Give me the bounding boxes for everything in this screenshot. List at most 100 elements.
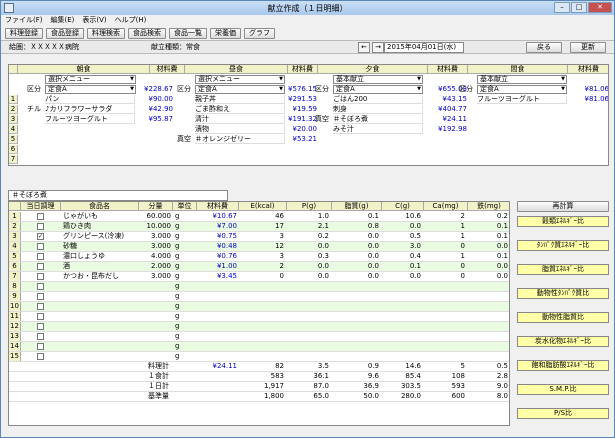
- dinner-item[interactable]: 刺身: [333, 105, 423, 114]
- cell-name[interactable]: [63, 342, 139, 351]
- dinner-item[interactable]: みそ汁: [333, 125, 423, 134]
- same-day-checkbox[interactable]: [37, 343, 44, 350]
- cell-qty[interactable]: [139, 352, 171, 361]
- food-list-button[interactable]: 食品一覧: [169, 27, 207, 39]
- same-day-checkbox[interactable]: [37, 283, 44, 290]
- snack-kubun-select[interactable]: 定食A: [477, 85, 567, 94]
- cell-name[interactable]: 酒: [63, 262, 139, 271]
- lunch-menu-select[interactable]: 選択メニュー: [195, 75, 285, 84]
- table-row[interactable]: 9g: [9, 292, 509, 302]
- cell-name[interactable]: [63, 332, 139, 341]
- lunch-item[interactable]: ＃オレンジゼリー: [195, 135, 285, 144]
- cell-name[interactable]: [63, 322, 139, 331]
- cell-name[interactable]: じゃがいも: [63, 212, 139, 221]
- cell-qty[interactable]: [139, 342, 171, 351]
- cell-name[interactable]: 砂糖: [63, 242, 139, 251]
- cell-qty[interactable]: [139, 302, 171, 311]
- ratio-button[interactable]: ﾀﾝﾊﾟｸ質ｴﾈﾙｷﾞｰ比: [517, 240, 609, 251]
- cell-qty[interactable]: 2.000: [139, 262, 171, 271]
- same-day-checkbox[interactable]: [37, 293, 44, 300]
- next-date-button[interactable]: →: [372, 42, 384, 53]
- cell-qty[interactable]: [139, 292, 171, 301]
- nutrition-button[interactable]: 栄養価: [210, 27, 241, 39]
- ratio-button[interactable]: S.M.P.比: [517, 384, 609, 395]
- snack-menu-select[interactable]: 基本献立: [477, 75, 567, 84]
- dish-register-button[interactable]: 料理登録: [5, 27, 43, 39]
- table-row[interactable]: 7 かつお・昆布だし 3.000 g ¥3.45 0 0.0 0.0 0.0 0 0.0: [9, 272, 509, 282]
- cell-name[interactable]: [63, 312, 139, 321]
- same-day-checkbox[interactable]: [37, 333, 44, 340]
- cell-name[interactable]: [63, 302, 139, 311]
- cell-qty[interactable]: [139, 322, 171, 331]
- dinner-kubun-select[interactable]: 定食A: [333, 85, 423, 94]
- same-day-checkbox[interactable]: [37, 253, 44, 260]
- dish-search-button[interactable]: 料理検索: [87, 27, 125, 39]
- lunch-item[interactable]: 親子丼: [195, 95, 285, 104]
- cell-name[interactable]: 鶏ひき肉: [63, 222, 139, 231]
- table-row[interactable]: 5 濃口しょうゆ 4.000 g ¥0.76 3 0.3 0.0 0.4 1 0.1: [9, 252, 509, 262]
- same-day-checkbox[interactable]: [37, 273, 44, 280]
- table-row[interactable]: 15 g: [9, 352, 509, 362]
- same-day-checkbox[interactable]: [37, 213, 44, 220]
- same-day-checkbox[interactable]: [37, 323, 44, 330]
- same-day-checkbox[interactable]: [37, 303, 44, 310]
- menu-view[interactable]: 表示(V): [82, 15, 106, 26]
- update-button[interactable]: 更新: [570, 42, 606, 53]
- minimize-icon[interactable]: –: [554, 2, 570, 13]
- menu-edit[interactable]: 編集(E): [51, 15, 75, 26]
- cell-qty[interactable]: 60.000: [139, 212, 172, 221]
- cell-name[interactable]: グリンピース(冷凍): [63, 232, 139, 241]
- cell-name[interactable]: [63, 292, 139, 301]
- same-day-checkbox[interactable]: [37, 243, 44, 250]
- recalculate-button[interactable]: 再計算: [517, 201, 609, 212]
- cell-qty[interactable]: 10.000: [139, 222, 172, 231]
- cell-name[interactable]: [63, 352, 139, 361]
- ratio-button[interactable]: 動物性脂質比: [517, 312, 609, 323]
- graph-button[interactable]: グラフ: [244, 27, 275, 39]
- table-row[interactable]: 3 ✓ グリンピース(冷凍) 3.000 g ¥0.75 3 0.2 0.0 0.5 1 0.1: [9, 232, 509, 242]
- lunch-item[interactable]: 漬物: [195, 125, 285, 134]
- table-row[interactable]: 13 g: [9, 332, 509, 342]
- table-row[interactable]: 11 g: [9, 312, 509, 322]
- breakfast-item[interactable]: パン: [45, 95, 135, 104]
- cell-qty[interactable]: 3.000: [139, 272, 171, 281]
- maximize-icon[interactable]: □: [571, 2, 587, 13]
- ratio-button[interactable]: P/S比: [517, 408, 609, 419]
- breakfast-menu-select[interactable]: 選択メニュー: [45, 75, 136, 84]
- table-row[interactable]: 8g: [9, 282, 509, 292]
- cell-qty[interactable]: [139, 332, 171, 341]
- table-row[interactable]: 4 砂糖 3.000 g ¥0.48 12 0.0 0.0 3.0 0 0.0: [9, 242, 509, 252]
- table-row[interactable]: 12 g: [9, 322, 509, 332]
- same-day-checkbox[interactable]: [37, 353, 44, 360]
- same-day-checkbox[interactable]: [37, 313, 44, 320]
- back-button[interactable]: 戻る: [526, 42, 562, 53]
- food-register-button[interactable]: 食品登録: [46, 27, 84, 39]
- lunch-item[interactable]: 清汁: [195, 115, 285, 124]
- ratio-button[interactable]: 炭水化物ｴﾈﾙｷﾞｰ比: [517, 336, 609, 347]
- cell-qty[interactable]: [139, 282, 171, 291]
- cell-name[interactable]: 濃口しょうゆ: [63, 252, 139, 261]
- snack-item[interactable]: フルーツヨーグルト: [477, 95, 567, 104]
- same-day-checkbox[interactable]: [37, 263, 44, 270]
- breakfast-kubun-select[interactable]: 定食A: [45, 85, 136, 94]
- ratio-button[interactable]: 飽和脂肪酸ｴﾈﾙｷﾞｰ比: [517, 360, 609, 371]
- lunch-item[interactable]: ごま酢和え: [195, 105, 285, 114]
- menu-file[interactable]: ファイル(F): [5, 15, 43, 26]
- prev-date-button[interactable]: ←: [358, 42, 370, 53]
- close-icon[interactable]: ✕: [588, 2, 612, 13]
- cell-qty[interactable]: [139, 312, 171, 321]
- ratio-button[interactable]: 動物性ﾀﾝﾊﾟｸ質比: [517, 288, 609, 299]
- food-search-button[interactable]: 食品検索: [128, 27, 166, 39]
- dinner-item[interactable]: ＃そぼろ煮: [333, 115, 423, 124]
- date-field[interactable]: 2015年04月01日(水): [384, 42, 464, 53]
- breakfast-item[interactable]: フルーツヨーグルト: [45, 115, 135, 124]
- breakfast-item[interactable]: ♪カリフラワーサラダ: [45, 105, 135, 114]
- cell-qty[interactable]: 3.000: [139, 232, 171, 241]
- cell-qty[interactable]: 4.000: [139, 252, 171, 261]
- cell-name[interactable]: かつお・昆布だし: [63, 272, 139, 281]
- table-row[interactable]: 2 鶏ひき肉 10.000 g ¥7.00 17 2.1 0.8 0.0 1 0.1: [9, 222, 509, 232]
- table-row[interactable]: 10 g: [9, 302, 509, 312]
- cell-name[interactable]: [63, 282, 139, 291]
- dinner-menu-select[interactable]: 基本献立: [333, 75, 423, 84]
- same-day-checkbox[interactable]: [37, 223, 44, 230]
